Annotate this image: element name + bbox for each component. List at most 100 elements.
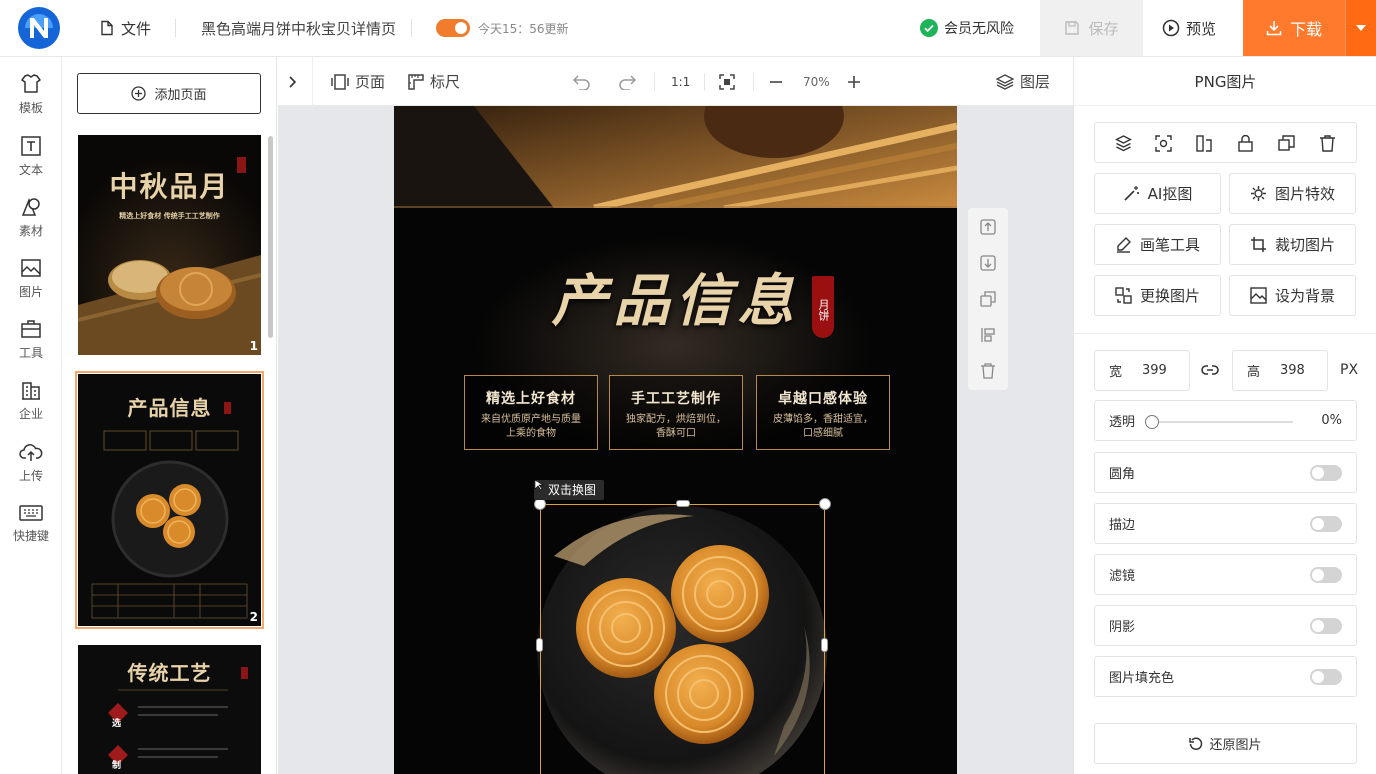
page-settings-button[interactable]: 页面	[331, 57, 385, 106]
save-button[interactable]: 保存	[1040, 0, 1143, 56]
seal-badge: 月饼	[812, 276, 834, 338]
lock-icon[interactable]	[1237, 135, 1254, 152]
ai-cutout-button[interactable]: AI抠图	[1094, 173, 1221, 214]
restore-image-label: 还原图片	[1209, 738, 1262, 753]
fill-color-row: 图片填充色	[1094, 656, 1357, 697]
height-field[interactable]: 高 398	[1232, 350, 1328, 391]
zoom-level[interactable]: 70%	[803, 57, 830, 106]
page-thumb-2[interactable]: 产品信息 2	[75, 371, 264, 629]
send-backward-icon[interactable]	[979, 254, 997, 272]
flip-icon[interactable]	[1196, 135, 1213, 152]
set-background-button[interactable]: 设为背景	[1229, 275, 1356, 316]
selection-box[interactable]	[540, 504, 825, 774]
brush-tool-button[interactable]: 画笔工具	[1094, 224, 1221, 265]
text-icon	[21, 136, 41, 156]
crop-image-button[interactable]: 裁切图片	[1229, 224, 1356, 265]
fill-color-toggle[interactable]	[1310, 669, 1342, 685]
opacity-slider-thumb[interactable]	[1145, 415, 1159, 429]
height-value[interactable]: 398	[1280, 363, 1305, 378]
chevron-right-icon	[289, 75, 297, 88]
stroke-row: 描边	[1094, 503, 1357, 544]
page-thumb-1[interactable]: 中秋品月 精选上好食材 传统手工工艺制作 1	[78, 135, 261, 355]
resize-handle-top[interactable]	[676, 500, 690, 507]
undo-button[interactable]	[573, 57, 597, 106]
ruler-button[interactable]: 标尺	[408, 57, 460, 106]
replace-image-button[interactable]: 更换图片	[1094, 275, 1221, 316]
save-icon	[1065, 21, 1080, 35]
opacity-label: 透明	[1109, 415, 1136, 430]
material-icon	[21, 197, 40, 216]
align-icon[interactable]	[979, 326, 997, 344]
width-label: 宽	[1109, 365, 1123, 380]
canvas-area[interactable]: 产品信息 月饼 精选上好食材 来自优质原产地与质量上乘的食物 手工工艺制作 独家…	[278, 106, 1073, 774]
artboard[interactable]: 产品信息 月饼 精选上好食材 来自优质原产地与质量上乘的食物 手工工艺制作 独家…	[394, 106, 957, 774]
actual-size-button[interactable]: 1:1	[671, 57, 690, 106]
trash-icon[interactable]	[979, 362, 997, 380]
screenshot-icon[interactable]	[1155, 135, 1172, 152]
nav-enterprise[interactable]: 企业	[0, 379, 62, 422]
zoom-in-button[interactable]	[847, 57, 867, 106]
page-thumb-3[interactable]: 传统工艺 选 制	[78, 645, 261, 774]
zoom-out-button[interactable]	[769, 57, 789, 106]
product-info-title[interactable]: 产品信息	[394, 256, 957, 337]
nav-text[interactable]: 文本	[0, 135, 62, 178]
fit-screen-button[interactable]	[719, 57, 741, 106]
redo-button[interactable]	[618, 57, 642, 106]
image-effects-label: 图片特效	[1274, 185, 1335, 203]
opacity-slider-track[interactable]	[1151, 421, 1293, 423]
duplicate-icon[interactable]	[979, 290, 997, 308]
enterprise-icon	[22, 382, 40, 400]
width-field[interactable]: 宽 399	[1094, 350, 1190, 391]
tray-image[interactable]	[394, 106, 957, 208]
delete-icon[interactable]	[1319, 135, 1336, 152]
feature-card-3[interactable]: 卓越口感体验 皮薄馅多，香甜适宜，口感细腻	[756, 375, 890, 450]
shadow-toggle[interactable]	[1310, 618, 1342, 634]
ai-cutout-label: AI抠图	[1147, 185, 1193, 203]
bring-forward-icon[interactable]	[979, 218, 997, 236]
layers-button[interactable]: 图层	[996, 57, 1050, 106]
nav-upload[interactable]: 上传	[0, 441, 62, 484]
image-effects-button[interactable]: 图片特效	[1229, 173, 1356, 214]
layer-order-icon[interactable]	[1115, 135, 1132, 152]
filter-row: 滤镜	[1094, 554, 1357, 595]
link-ratio-icon[interactable]	[1201, 362, 1219, 378]
nav-material[interactable]: 素材	[0, 196, 62, 239]
nav-tools[interactable]: 工具	[0, 318, 62, 361]
resize-handle-right[interactable]	[821, 638, 828, 652]
download-button[interactable]: 下载	[1243, 0, 1345, 56]
nav-shortcuts-label: 快捷键	[12, 529, 49, 543]
rounded-corner-label: 圆角	[1109, 467, 1136, 482]
nav-template[interactable]: 模板	[0, 73, 62, 116]
nav-shortcuts[interactable]: 快捷键	[0, 503, 62, 544]
nav-image[interactable]: 图片	[0, 257, 62, 300]
undo-icon	[573, 74, 590, 90]
feature-card-3-title: 卓越口感体验	[778, 391, 868, 407]
download-label: 下载	[1289, 20, 1322, 39]
add-page-button[interactable]: 添加页面	[77, 73, 261, 114]
width-value[interactable]: 399	[1142, 363, 1167, 378]
autosave-status[interactable]: 今天15：56更新	[436, 0, 569, 56]
member-status[interactable]: 会员无风险	[920, 0, 1014, 56]
preview-label: 预览	[1186, 19, 1217, 38]
panel-title: PNG图片	[1074, 57, 1376, 106]
app-logo[interactable]	[17, 6, 61, 50]
feature-card-2[interactable]: 手工工艺制作 独家配方，烘焙到位，香酥可口	[609, 375, 743, 450]
download-options-button[interactable]	[1345, 0, 1376, 56]
file-menu[interactable]: 文件	[99, 0, 151, 56]
feature-card-1[interactable]: 精选上好食材 来自优质原产地与质量上乘的食物	[464, 375, 598, 450]
fit-screen-icon	[719, 73, 735, 90]
stroke-toggle[interactable]	[1310, 516, 1342, 532]
restore-image-button[interactable]: 还原图片	[1094, 723, 1357, 764]
resize-handle-top-right[interactable]	[819, 498, 831, 510]
collapse-panel-button[interactable]	[288, 57, 304, 106]
preview-button[interactable]: 预览	[1162, 0, 1216, 56]
copy-icon[interactable]	[1278, 135, 1295, 152]
autosave-toggle[interactable]	[436, 19, 470, 37]
resize-handle-left[interactable]	[536, 638, 543, 652]
save-label: 保存	[1088, 19, 1119, 38]
pages-scrollbar[interactable]	[268, 136, 273, 338]
doc-title[interactable]: 黑色高端月饼中秋宝贝详情页	[201, 0, 396, 56]
thumb-3-title: 传统工艺	[127, 661, 212, 685]
rounded-corner-toggle[interactable]	[1310, 465, 1342, 481]
filter-toggle[interactable]	[1310, 567, 1342, 583]
